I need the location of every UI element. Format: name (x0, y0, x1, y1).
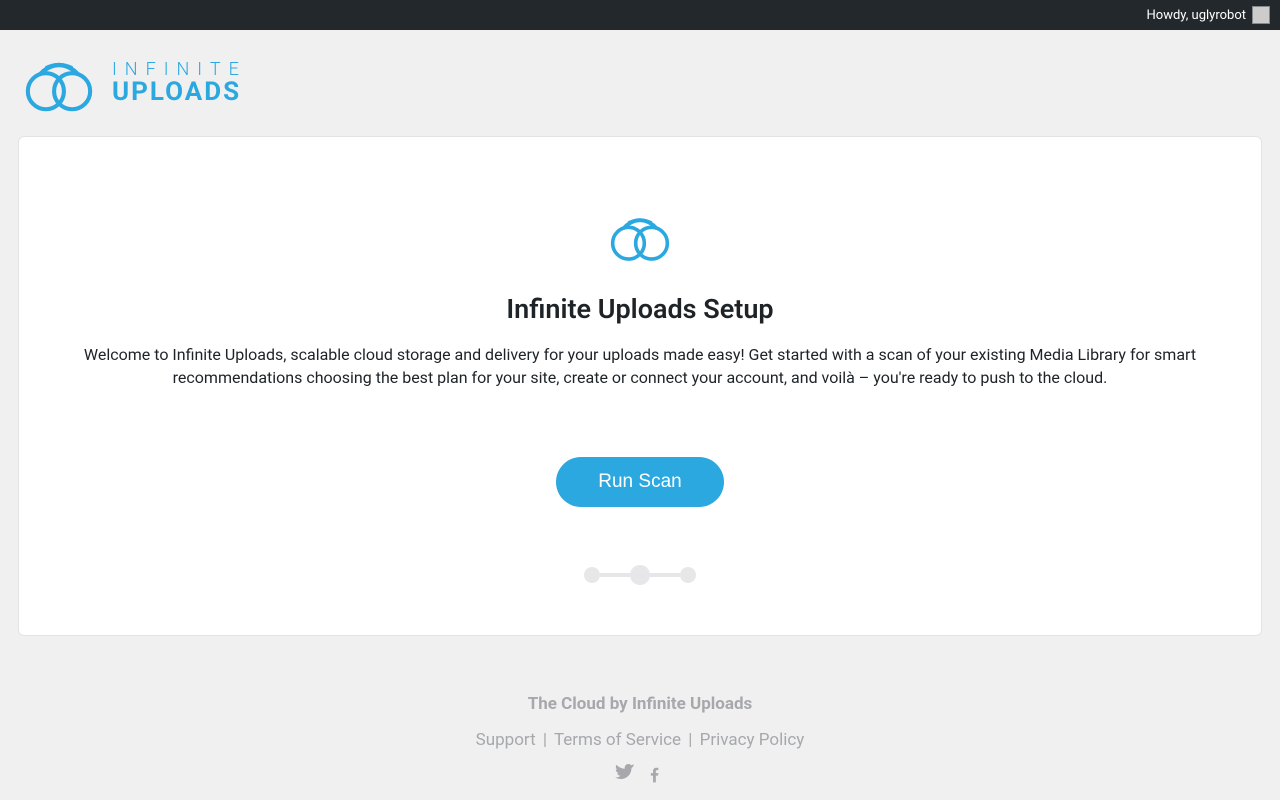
footer-social (18, 764, 1262, 788)
avatar (1252, 6, 1270, 24)
card-logo-icon (59, 207, 1221, 269)
step-line (650, 573, 680, 577)
step-line (600, 573, 630, 577)
twitter-icon[interactable] (615, 764, 635, 788)
support-link[interactable]: Support (476, 730, 536, 750)
progress-stepper (59, 565, 1221, 585)
separator: | (688, 730, 692, 750)
footer-links: Support | Terms of Service | Privacy Pol… (18, 730, 1262, 750)
brand-header: INFINITE UPLOADS (18, 50, 1262, 116)
footer: The Cloud by Infinite Uploads Support | … (18, 694, 1262, 788)
step-dot-1 (584, 567, 600, 583)
brand-line2: UPLOADS (112, 79, 247, 105)
infinite-uploads-logo-icon (18, 50, 100, 116)
facebook-icon[interactable] (645, 764, 665, 788)
admin-user-menu[interactable]: Howdy, uglyrobot (1147, 6, 1270, 24)
admin-bar: Howdy, uglyrobot (0, 0, 1280, 30)
setup-description: Welcome to Infinite Uploads, scalable cl… (75, 343, 1205, 389)
brand-text: INFINITE UPLOADS (112, 61, 247, 105)
run-scan-button[interactable]: Run Scan (556, 457, 723, 507)
tos-link[interactable]: Terms of Service (554, 730, 681, 750)
step-dot-2 (630, 565, 650, 585)
setup-card: Infinite Uploads Setup Welcome to Infini… (18, 136, 1262, 636)
separator: | (543, 730, 547, 750)
step-dot-3 (680, 567, 696, 583)
admin-greeting: Howdy, uglyrobot (1147, 8, 1246, 23)
footer-title: The Cloud by Infinite Uploads (18, 694, 1262, 714)
setup-title: Infinite Uploads Setup (59, 293, 1221, 325)
page-wrap: INFINITE UPLOADS Infinite Uploads Setup … (0, 30, 1280, 788)
privacy-link[interactable]: Privacy Policy (700, 730, 805, 750)
